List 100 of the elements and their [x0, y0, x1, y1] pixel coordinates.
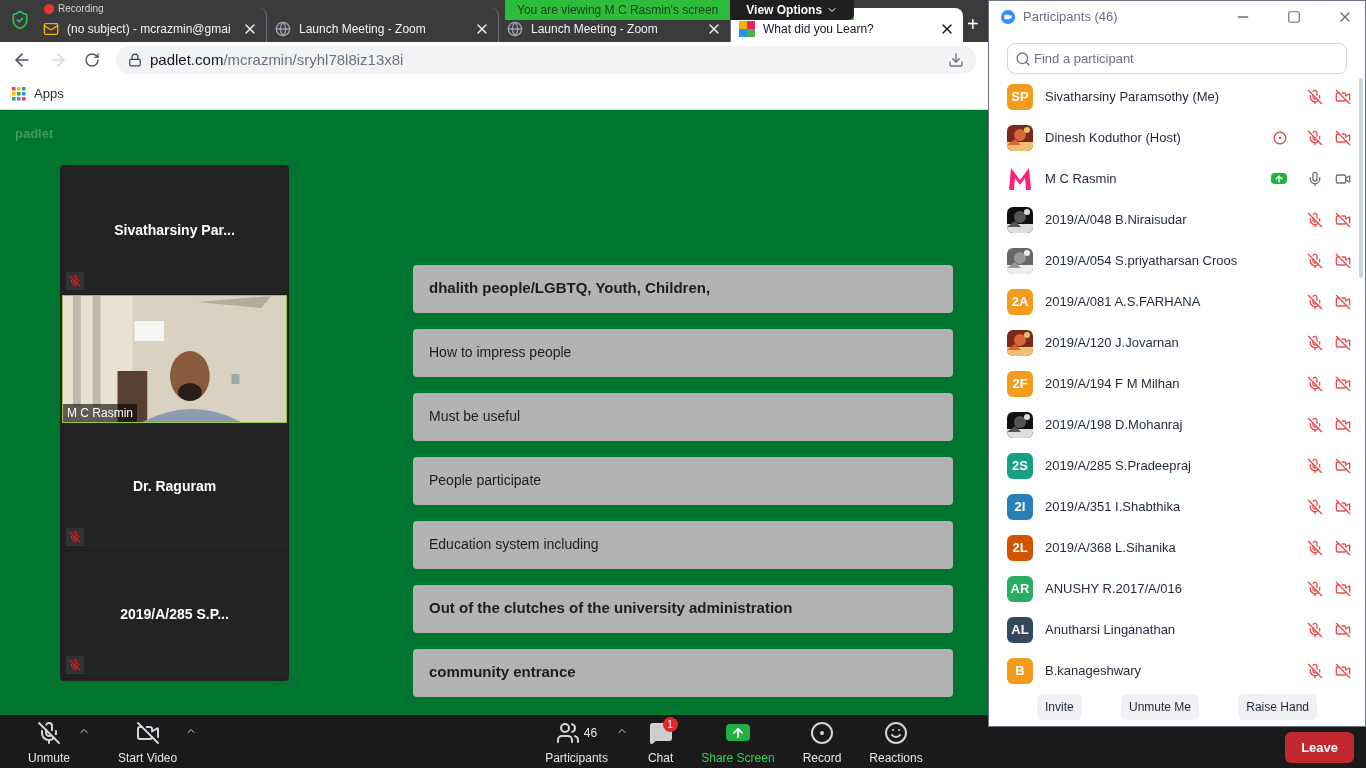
post-card[interactable]: dhalith people/LGBTQ, Youth, Children, [413, 264, 953, 313]
participant-name: 2019/A/368 L.Sihanika [1045, 538, 1177, 557]
toolbar-button[interactable]: Record [794, 716, 850, 767]
video-off-icon[interactable] [1335, 621, 1351, 638]
mic-muted-icon[interactable] [1307, 580, 1323, 597]
participant-row[interactable]: SP Sivatharsiny Paramsothy (Me) [989, 76, 1365, 117]
toolbar-button[interactable]: 1 Chat [639, 716, 682, 767]
mic-icon[interactable] [1307, 170, 1323, 187]
leave-button[interactable]: Leave [1285, 731, 1354, 764]
tab-title: (no subject) - mcrazmin@gmai [67, 21, 232, 38]
post-card[interactable]: Out of the clutches of the university administration [413, 584, 953, 633]
video-off-icon[interactable] [1335, 252, 1351, 269]
video-tile[interactable]: Dr. Raguram [62, 422, 287, 551]
address-bar[interactable]: padlet.com/mcrazmin/sryhl78l8iz13x8i [116, 46, 976, 74]
participant-row[interactable]: 2S 2019/A/285 S.Pradeepraj [989, 445, 1365, 486]
avatar: 2S [1007, 452, 1033, 479]
post-card[interactable]: Must be useful [413, 392, 953, 441]
participant-name: ANUSHY R.2017/A/016 [1045, 579, 1184, 598]
video-off-icon[interactable] [1335, 662, 1351, 679]
mic-muted-icon[interactable] [1307, 662, 1323, 679]
video-off-icon[interactable] [1335, 129, 1351, 146]
mic-muted-icon[interactable] [1307, 621, 1323, 638]
participant-row[interactable]: M C Rasmin [989, 158, 1365, 199]
avatar: B [1007, 657, 1033, 684]
participant-name: Dr. Raguram [132, 476, 217, 496]
participant-row[interactable]: 2I 2019/A/351 I.Shabthika [989, 486, 1365, 527]
participant-row[interactable]: 2019/A/054 S.priyatharsan Croos [989, 240, 1365, 281]
share-screen-icon [725, 724, 750, 741]
video-off-icon[interactable] [1335, 416, 1351, 433]
participant-name: B.kanageshwary [1045, 661, 1143, 680]
participant-name: 2019/A/120 J.Jovarnan [1045, 333, 1180, 352]
video-tile[interactable]: 2019/A/285 S.P... [62, 550, 287, 679]
participant-name: Sivatharsiny Par... [114, 220, 235, 240]
tab-title: What did you Learn? [763, 21, 875, 38]
participant-name: M C Rasmin [63, 403, 137, 422]
avatar: SP [1007, 83, 1033, 110]
video-off-icon[interactable] [1335, 211, 1351, 228]
mic-muted-icon[interactable] [1307, 416, 1323, 433]
panel-button[interactable]: Raise Hand [1238, 694, 1317, 720]
participant-row[interactable]: 2019/A/120 J.Jovarnan [989, 322, 1365, 363]
participant-row[interactable]: 2F 2019/A/194 F M Milhan [989, 363, 1365, 404]
download-icon[interactable] [948, 52, 964, 68]
post-card[interactable]: community entrance [413, 648, 953, 697]
new-tab-button[interactable]: + [963, 14, 983, 42]
scrollbar[interactable] [1359, 78, 1363, 278]
video-off-icon[interactable] [1335, 457, 1351, 474]
participant-name: Dinesh Koduthor (Host) [1045, 128, 1182, 147]
post-card[interactable]: Education system including [413, 520, 953, 569]
maximize-icon[interactable] [1287, 10, 1301, 24]
participant-row[interactable]: Dinesh Koduthor (Host) [989, 117, 1365, 158]
panel-button[interactable]: Unmute Me [1120, 694, 1199, 720]
mic-muted-icon[interactable] [1307, 129, 1323, 146]
mic-muted-icon[interactable] [1307, 334, 1323, 351]
participant-row[interactable]: 2A 2019/A/081 A.S.FARHANA [989, 281, 1365, 322]
toolbar-button[interactable]: 46 Participants [537, 716, 616, 767]
video-off-icon[interactable] [1335, 580, 1351, 597]
participant-name: 2019/A/285 S.P... [120, 604, 229, 624]
video-off-icon[interactable] [1335, 334, 1351, 351]
video-off-icon[interactable] [1335, 375, 1351, 392]
participant-name: 2019/A/351 I.Shabthika [1045, 497, 1182, 516]
toolbar-button[interactable]: Share Screen [693, 716, 783, 767]
participant-row[interactable]: AR ANUSHY R.2017/A/016 [989, 568, 1365, 609]
mic-muted-icon[interactable] [1307, 211, 1323, 228]
record-icon [810, 720, 834, 745]
participant-row[interactable]: AL Anutharsi Linganathan [989, 609, 1365, 650]
video-off-icon[interactable] [1335, 498, 1351, 515]
post-card[interactable]: People participate [413, 456, 953, 505]
video-off-icon[interactable] [1335, 293, 1351, 310]
mic-muted-icon[interactable] [1307, 375, 1323, 392]
participants-icon [555, 720, 580, 745]
reload-icon[interactable] [84, 52, 100, 68]
window-title: Participants (46) [1023, 8, 1118, 27]
toolbar-button[interactable]: Unmute [20, 716, 79, 767]
mic-muted-icon[interactable] [1307, 498, 1323, 515]
tab-title: Launch Meeting - Zoom [299, 21, 427, 38]
post-card[interactable]: How to impress people [413, 328, 953, 377]
toolbar-button[interactable]: Reactions [861, 716, 931, 767]
video-tile[interactable]: Sivatharsiny Par... [62, 166, 287, 295]
participant-name: 2019/A/194 F M Milhan [1045, 374, 1181, 393]
participant-row[interactable]: 2019/A/048 B.Niraisudar [989, 199, 1365, 240]
mic-muted-icon[interactable] [1307, 539, 1323, 556]
globe-icon [275, 21, 291, 37]
participant-name: 2019/A/048 B.Niraisudar [1045, 210, 1188, 229]
mic-muted-icon[interactable] [1307, 252, 1323, 269]
panel-button[interactable]: Invite [1037, 694, 1082, 720]
mic-muted-icon[interactable] [1307, 88, 1323, 105]
video-off-icon[interactable] [1335, 539, 1351, 556]
video-off-icon[interactable] [1335, 88, 1351, 105]
view-options-button[interactable]: View Options [730, 0, 855, 20]
bookmark[interactable]: Apps [12, 83, 64, 104]
participant-row[interactable]: 2L 2019/A/368 L.Sihanika [989, 527, 1365, 568]
mic-muted-icon[interactable] [1307, 293, 1323, 310]
mic-muted-icon[interactable] [1307, 457, 1323, 474]
search-icon [1015, 51, 1031, 67]
search-field[interactable]: Find a participant [1007, 43, 1347, 74]
toolbar-button[interactable]: Start Video [110, 716, 186, 767]
video-tile[interactable]: M C Rasmin [62, 294, 287, 423]
participant-row[interactable]: 2019/A/198 D.Mohanraj [989, 404, 1365, 445]
participant-name: 2019/A/198 D.Mohanraj [1045, 415, 1184, 434]
participant-row[interactable]: B B.kanageshwary [989, 650, 1365, 688]
